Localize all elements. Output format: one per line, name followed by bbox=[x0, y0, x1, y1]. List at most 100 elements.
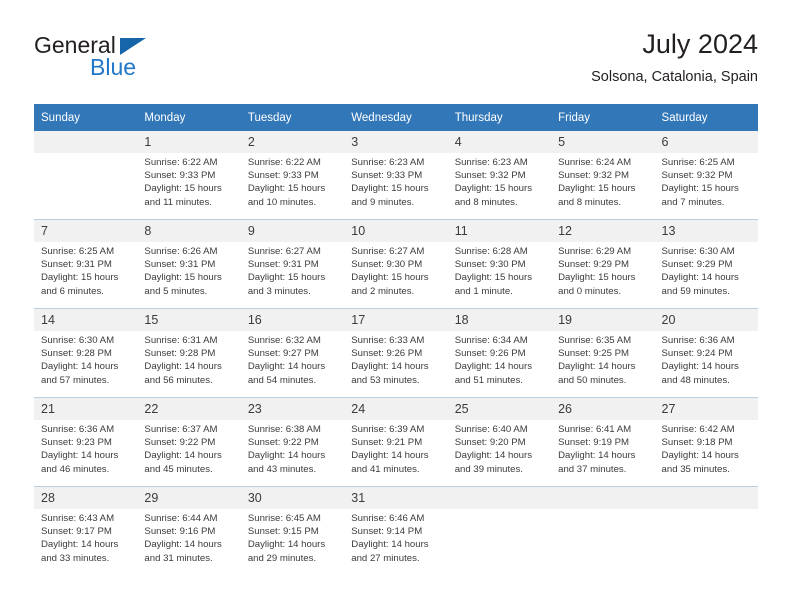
daylight-text-line2: and 27 minutes. bbox=[351, 552, 420, 564]
weekday-header-monday: Monday bbox=[137, 104, 241, 131]
day-number: 23 bbox=[240, 398, 345, 420]
day-cell[interactable]: 22 Sunrise: 6:37 AM Sunset: 9:22 PM Dayl… bbox=[137, 397, 241, 487]
daylight-text-line2: and 3 minutes. bbox=[247, 285, 311, 297]
day-info: Sunrise: 6:24 AM Sunset: 9:32 PM Dayligh… bbox=[551, 153, 654, 209]
day-number: 26 bbox=[551, 398, 655, 420]
day-info bbox=[551, 509, 654, 512]
day-info: Sunrise: 6:41 AM Sunset: 9:19 PM Dayligh… bbox=[551, 420, 654, 476]
sunrise-text: Sunrise: 6:35 AM bbox=[558, 335, 632, 346]
day-cell[interactable]: 20 Sunrise: 6:36 AM Sunset: 9:24 PM Dayl… bbox=[654, 308, 758, 398]
day-cell[interactable]: 7 Sunrise: 6:25 AM Sunset: 9:31 PM Dayli… bbox=[34, 219, 138, 309]
day-cell[interactable] bbox=[447, 486, 552, 575]
day-cell[interactable]: 21 Sunrise: 6:36 AM Sunset: 9:23 PM Dayl… bbox=[34, 397, 138, 487]
sunset-text: Sunset: 9:33 PM bbox=[247, 170, 319, 182]
daylight-text-line1: Daylight: 14 hours bbox=[247, 450, 326, 462]
daylight-text-line1: Daylight: 14 hours bbox=[558, 361, 636, 373]
daylight-text-line2: and 50 minutes. bbox=[558, 374, 627, 386]
daylight-text-line2: and 33 minutes. bbox=[41, 552, 110, 564]
day-info: Sunrise: 6:31 AM Sunset: 9:28 PM Dayligh… bbox=[137, 331, 240, 387]
sunset-text: Sunset: 9:33 PM bbox=[351, 170, 423, 182]
day-cell[interactable]: 3 Sunrise: 6:23 AM Sunset: 9:33 PM Dayli… bbox=[344, 131, 448, 220]
day-info: Sunrise: 6:28 AM Sunset: 9:30 PM Dayligh… bbox=[448, 242, 551, 298]
sunset-text: Sunset: 9:29 PM bbox=[661, 259, 733, 271]
day-number bbox=[447, 487, 552, 509]
daylight-text-line1: Daylight: 14 hours bbox=[351, 361, 429, 373]
daylight-text-line1: Daylight: 15 hours bbox=[41, 272, 119, 284]
day-cell[interactable]: 15 Sunrise: 6:31 AM Sunset: 9:28 PM Dayl… bbox=[137, 308, 241, 398]
day-cell[interactable] bbox=[654, 486, 758, 575]
day-info: Sunrise: 6:36 AM Sunset: 9:24 PM Dayligh… bbox=[655, 331, 758, 387]
day-info: Sunrise: 6:27 AM Sunset: 9:31 PM Dayligh… bbox=[241, 242, 344, 298]
day-number: 22 bbox=[137, 398, 241, 420]
day-cell[interactable]: 8 Sunrise: 6:26 AM Sunset: 9:31 PM Dayli… bbox=[137, 219, 241, 309]
week-row: 14 Sunrise: 6:30 AM Sunset: 9:28 PM Dayl… bbox=[34, 308, 758, 398]
daylight-text-line2: and 39 minutes. bbox=[454, 463, 523, 475]
day-cell[interactable]: 14 Sunrise: 6:30 AM Sunset: 9:28 PM Dayl… bbox=[34, 308, 138, 398]
day-number: 10 bbox=[344, 220, 448, 242]
daylight-text-line1: Daylight: 15 hours bbox=[558, 183, 636, 195]
day-cell[interactable]: 16 Sunrise: 6:32 AM Sunset: 9:27 PM Dayl… bbox=[240, 308, 345, 398]
title-block: July 2024 Solsona, Catalonia, Spain bbox=[591, 28, 758, 87]
day-info: Sunrise: 6:40 AM Sunset: 9:20 PM Dayligh… bbox=[448, 420, 551, 476]
day-number: 17 bbox=[344, 309, 448, 331]
day-cell[interactable]: 17 Sunrise: 6:33 AM Sunset: 9:26 PM Dayl… bbox=[344, 308, 448, 398]
day-cell[interactable]: 10 Sunrise: 6:27 AM Sunset: 9:30 PM Dayl… bbox=[344, 219, 448, 309]
calendar-table: Sunday Monday Tuesday Wednesday Thursday… bbox=[34, 104, 758, 575]
day-cell[interactable]: 13 Sunrise: 6:30 AM Sunset: 9:29 PM Dayl… bbox=[654, 219, 758, 309]
day-number: 29 bbox=[137, 487, 241, 509]
sunrise-text: Sunrise: 6:37 AM bbox=[144, 424, 218, 435]
sunrise-text: Sunrise: 6:38 AM bbox=[247, 424, 321, 435]
day-cell[interactable]: 1 Sunrise: 6:22 AM Sunset: 9:33 PM Dayli… bbox=[137, 131, 241, 220]
sunrise-text: Sunrise: 6:23 AM bbox=[454, 157, 528, 168]
sunrise-text: Sunrise: 6:30 AM bbox=[41, 335, 115, 346]
day-cell[interactable]: 23 Sunrise: 6:38 AM Sunset: 9:22 PM Dayl… bbox=[240, 397, 345, 487]
daylight-text-line2: and 7 minutes. bbox=[661, 196, 725, 208]
week-row: 28 Sunrise: 6:43 AM Sunset: 9:17 PM Dayl… bbox=[34, 486, 758, 575]
day-cell[interactable]: 18 Sunrise: 6:34 AM Sunset: 9:26 PM Dayl… bbox=[447, 308, 552, 398]
day-cell[interactable]: 2 Sunrise: 6:22 AM Sunset: 9:33 PM Dayli… bbox=[240, 131, 345, 220]
day-number: 28 bbox=[34, 487, 138, 509]
day-cell[interactable] bbox=[551, 486, 655, 575]
day-cell[interactable]: 5 Sunrise: 6:24 AM Sunset: 9:32 PM Dayli… bbox=[551, 131, 655, 220]
day-cell[interactable]: 11 Sunrise: 6:28 AM Sunset: 9:30 PM Dayl… bbox=[447, 219, 552, 309]
day-cell[interactable] bbox=[34, 131, 138, 220]
day-cell[interactable]: 28 Sunrise: 6:43 AM Sunset: 9:17 PM Dayl… bbox=[34, 486, 138, 575]
general-blue-logo[interactable]: General Blue bbox=[34, 32, 234, 88]
sunrise-text: Sunrise: 6:36 AM bbox=[41, 424, 115, 435]
sunset-text: Sunset: 9:31 PM bbox=[41, 259, 112, 271]
day-info: Sunrise: 6:22 AM Sunset: 9:33 PM Dayligh… bbox=[137, 153, 240, 209]
daylight-text-line1: Daylight: 15 hours bbox=[247, 272, 326, 284]
day-cell[interactable]: 26 Sunrise: 6:41 AM Sunset: 9:19 PM Dayl… bbox=[551, 397, 655, 487]
day-info: Sunrise: 6:44 AM Sunset: 9:16 PM Dayligh… bbox=[137, 509, 240, 565]
day-cell[interactable]: 29 Sunrise: 6:44 AM Sunset: 9:16 PM Dayl… bbox=[137, 486, 241, 575]
sunrise-text: Sunrise: 6:30 AM bbox=[661, 246, 735, 257]
daylight-text-line1: Daylight: 15 hours bbox=[558, 272, 636, 284]
day-cell[interactable]: 6 Sunrise: 6:25 AM Sunset: 9:32 PM Dayli… bbox=[654, 131, 758, 220]
day-cell[interactable]: 30 Sunrise: 6:45 AM Sunset: 9:15 PM Dayl… bbox=[240, 486, 345, 575]
sunset-text: Sunset: 9:27 PM bbox=[247, 348, 319, 360]
day-info: Sunrise: 6:39 AM Sunset: 9:21 PM Dayligh… bbox=[344, 420, 447, 476]
day-number: 9 bbox=[240, 220, 345, 242]
daylight-text-line1: Daylight: 14 hours bbox=[351, 450, 429, 462]
day-cell[interactable]: 4 Sunrise: 6:23 AM Sunset: 9:32 PM Dayli… bbox=[447, 131, 552, 220]
day-cell[interactable]: 24 Sunrise: 6:39 AM Sunset: 9:21 PM Dayl… bbox=[344, 397, 448, 487]
daylight-text-line2: and 43 minutes. bbox=[247, 463, 317, 475]
daylight-text-line1: Daylight: 14 hours bbox=[144, 361, 222, 373]
day-info: Sunrise: 6:30 AM Sunset: 9:29 PM Dayligh… bbox=[655, 242, 758, 298]
day-cell[interactable]: 9 Sunrise: 6:27 AM Sunset: 9:31 PM Dayli… bbox=[240, 219, 345, 309]
day-number bbox=[551, 487, 655, 509]
day-cell[interactable]: 12 Sunrise: 6:29 AM Sunset: 9:29 PM Dayl… bbox=[551, 219, 655, 309]
day-info bbox=[34, 153, 137, 156]
day-cell[interactable]: 27 Sunrise: 6:42 AM Sunset: 9:18 PM Dayl… bbox=[654, 397, 758, 487]
day-cell[interactable]: 31 Sunrise: 6:46 AM Sunset: 9:14 PM Dayl… bbox=[344, 486, 448, 575]
day-cell[interactable]: 19 Sunrise: 6:35 AM Sunset: 9:25 PM Dayl… bbox=[551, 308, 655, 398]
day-info bbox=[655, 509, 758, 512]
daylight-text-line2: and 10 minutes. bbox=[247, 196, 317, 208]
daylight-text-line1: Daylight: 14 hours bbox=[454, 361, 533, 373]
day-cell[interactable]: 25 Sunrise: 6:40 AM Sunset: 9:20 PM Dayl… bbox=[447, 397, 552, 487]
daylight-text-line2: and 53 minutes. bbox=[351, 374, 420, 386]
daylight-text-line1: Daylight: 14 hours bbox=[247, 539, 326, 551]
daylight-text-line2: and 29 minutes. bbox=[247, 552, 317, 564]
daylight-text-line2: and 51 minutes. bbox=[454, 374, 523, 386]
daylight-text-line1: Daylight: 14 hours bbox=[661, 272, 739, 284]
